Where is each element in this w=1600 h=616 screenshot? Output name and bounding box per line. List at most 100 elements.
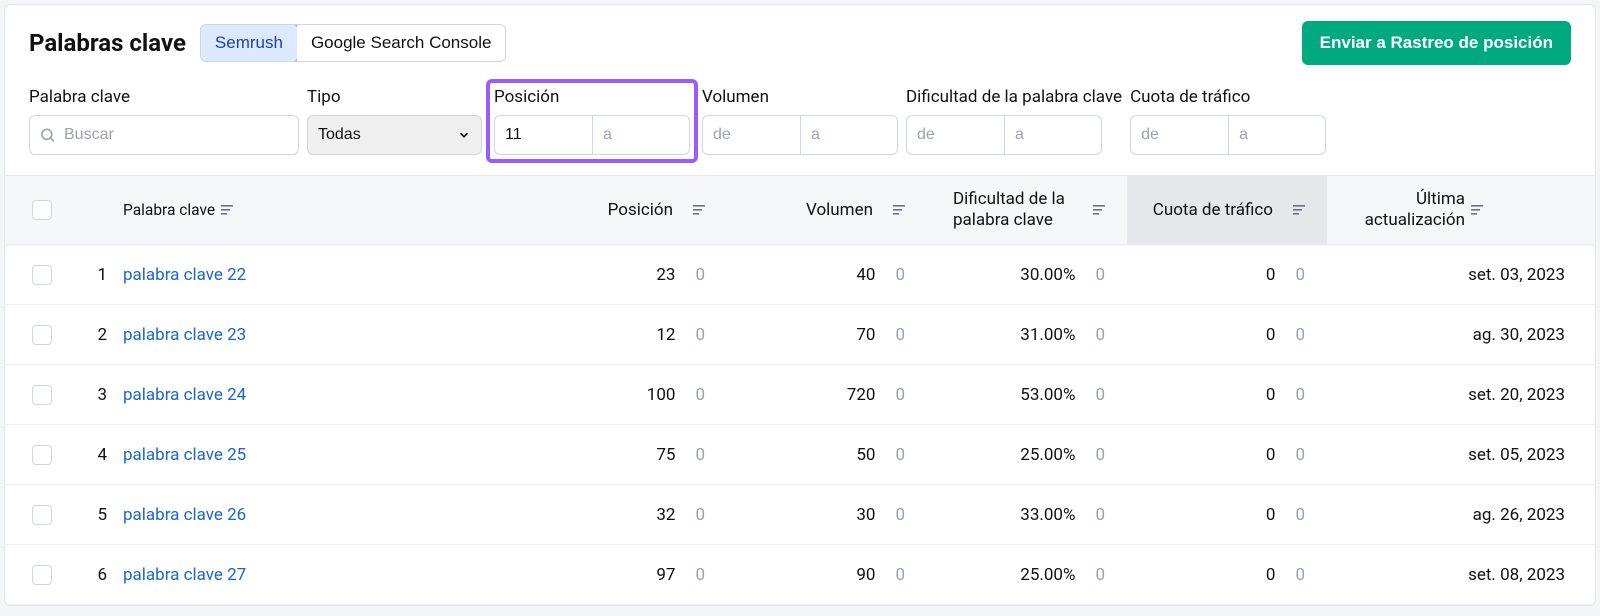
- position-filter: Posición: [486, 79, 698, 163]
- row-position: 230: [527, 265, 727, 285]
- send-to-position-tracking-button[interactable]: Enviar a Rastreo de posición: [1302, 21, 1571, 65]
- sort-icon: [221, 204, 233, 216]
- page-title: Palabras clave: [29, 29, 186, 57]
- row-index: 3: [67, 385, 107, 405]
- table-header: Palabra clave Posición Volumen Dificulta…: [5, 175, 1595, 245]
- chevron-down-icon: [457, 128, 471, 142]
- tab-google-search-console[interactable]: Google Search Console: [297, 25, 506, 61]
- tab-semrush[interactable]: Semrush: [200, 24, 298, 62]
- row-difficulty: 25.00%0: [927, 445, 1127, 465]
- row-traffic: 00: [1127, 325, 1327, 345]
- sort-icon: [1093, 204, 1105, 216]
- keyword-link[interactable]: palabra clave 22: [123, 265, 246, 285]
- table-row: 2palabra clave 2312070031.00%000ag. 30, …: [5, 305, 1595, 365]
- row-difficulty: 30.00%0: [927, 265, 1127, 285]
- search-icon: [39, 127, 56, 144]
- row-traffic: 00: [1127, 445, 1327, 465]
- volume-range: [702, 115, 898, 155]
- col-volume-label: Volumen: [806, 200, 873, 220]
- row-updated: ag. 30, 2023: [1327, 325, 1583, 345]
- keyword-link[interactable]: palabra clave 26: [123, 505, 246, 525]
- keyword-link[interactable]: palabra clave 25: [123, 445, 246, 465]
- row-index: 5: [67, 505, 107, 525]
- table-row: 6palabra clave 2797090025.00%000set. 08,…: [5, 545, 1595, 605]
- row-difficulty: 53.00%0: [927, 385, 1127, 405]
- row-keyword: palabra clave 25: [107, 445, 527, 465]
- table-row: 3palabra clave 241000720053.00%000set. 2…: [5, 365, 1595, 425]
- search-input[interactable]: [29, 115, 299, 155]
- row-checkbox[interactable]: [32, 565, 52, 585]
- row-keyword: palabra clave 27: [107, 565, 527, 585]
- traffic-filter: Cuota de tráfico: [1130, 87, 1326, 155]
- table-row: 1 palabra clave 22 23040030.00%000set. 03,…: [5, 245, 1595, 305]
- table-row: 4 palabra clave 25 75050025.00%000set. 05,…: [5, 425, 1595, 485]
- difficulty-filter-label: Dificultad de la palabra clave: [906, 87, 1122, 107]
- row-difficulty: 25.00%0: [927, 565, 1127, 585]
- traffic-from-input[interactable]: [1130, 115, 1228, 155]
- keyword-link[interactable]: palabra clave 27: [123, 565, 246, 585]
- row-volume: 400: [727, 265, 927, 285]
- col-keyword-label: Palabra clave: [123, 201, 215, 219]
- type-select-value: Todas: [318, 126, 361, 144]
- traffic-to-input[interactable]: [1228, 115, 1326, 155]
- col-updated-label: Última actualización: [1345, 189, 1465, 232]
- row-checkbox[interactable]: [32, 265, 52, 285]
- row-checkbox[interactable]: [32, 325, 52, 345]
- row-traffic: 00: [1127, 385, 1327, 405]
- col-traffic-label: Cuota de tráfico: [1153, 200, 1273, 220]
- row-index: 4: [67, 445, 107, 465]
- row-keyword: palabra clave 24: [107, 385, 527, 405]
- volume-from-input[interactable]: [702, 115, 800, 155]
- keywords-panel: Palabras clave Semrush Google Search Con…: [4, 4, 1596, 606]
- row-checkbox[interactable]: [32, 385, 52, 405]
- row-position: 750: [527, 445, 727, 465]
- row-volume: 7200: [727, 385, 927, 405]
- row-updated: set. 03, 2023: [1327, 265, 1583, 285]
- keyword-filter: Palabra clave: [29, 87, 299, 155]
- col-difficulty[interactable]: Dificultad de la palabra clave: [927, 189, 1127, 232]
- row-volume: 500: [727, 445, 927, 465]
- row-updated: ag. 26, 2023: [1327, 505, 1583, 525]
- row-keyword: palabra clave 22: [107, 265, 527, 285]
- col-volume[interactable]: Volumen: [727, 200, 927, 220]
- difficulty-to-input[interactable]: [1004, 115, 1102, 155]
- row-position: 970: [527, 565, 727, 585]
- row-keyword: palabra clave 26: [107, 505, 527, 525]
- difficulty-from-input[interactable]: [906, 115, 1004, 155]
- position-from-input[interactable]: [494, 115, 592, 155]
- row-updated: set. 05, 2023: [1327, 445, 1583, 465]
- col-position[interactable]: Posición: [527, 200, 727, 220]
- volume-filter: Volumen: [702, 87, 898, 155]
- keyword-filter-label: Palabra clave: [29, 87, 299, 107]
- row-position: 1000: [527, 385, 727, 405]
- row-checkbox[interactable]: [32, 445, 52, 465]
- difficulty-range: [906, 115, 1122, 155]
- table-body: 1palabra clave 2223040030.00%000set. 03,…: [5, 245, 1595, 605]
- row-index: 1: [67, 265, 107, 285]
- keyword-link[interactable]: palabra clave 24: [123, 385, 246, 405]
- row-volume: 300: [727, 505, 927, 525]
- col-position-label: Posición: [608, 200, 673, 220]
- row-volume: 900: [727, 565, 927, 585]
- col-traffic[interactable]: Cuota de tráfico: [1127, 176, 1327, 244]
- row-checkbox[interactable]: [32, 505, 52, 525]
- top-bar: Palabras clave Semrush Google Search Con…: [5, 5, 1595, 81]
- sort-icon: [893, 204, 905, 216]
- type-select[interactable]: Todas: [307, 115, 482, 155]
- sort-icon: [693, 204, 705, 216]
- source-tabs: Semrush Google Search Console: [200, 24, 507, 62]
- volume-to-input[interactable]: [800, 115, 898, 155]
- type-filter-label: Tipo: [307, 87, 482, 107]
- col-updated[interactable]: Última actualización: [1327, 189, 1583, 232]
- col-keyword[interactable]: Palabra clave: [107, 201, 527, 219]
- position-to-input[interactable]: [592, 115, 690, 155]
- col-difficulty-label: Dificultad de la palabra clave: [953, 189, 1073, 232]
- keyword-link[interactable]: palabra clave 23: [123, 325, 246, 345]
- traffic-range: [1130, 115, 1326, 155]
- row-traffic: 00: [1127, 265, 1327, 285]
- row-difficulty: 31.00%0: [927, 325, 1127, 345]
- sort-icon: [1471, 204, 1483, 216]
- select-all-checkbox[interactable]: [32, 200, 52, 220]
- keyword-search: [29, 115, 299, 155]
- position-filter-label: Posición: [494, 87, 690, 107]
